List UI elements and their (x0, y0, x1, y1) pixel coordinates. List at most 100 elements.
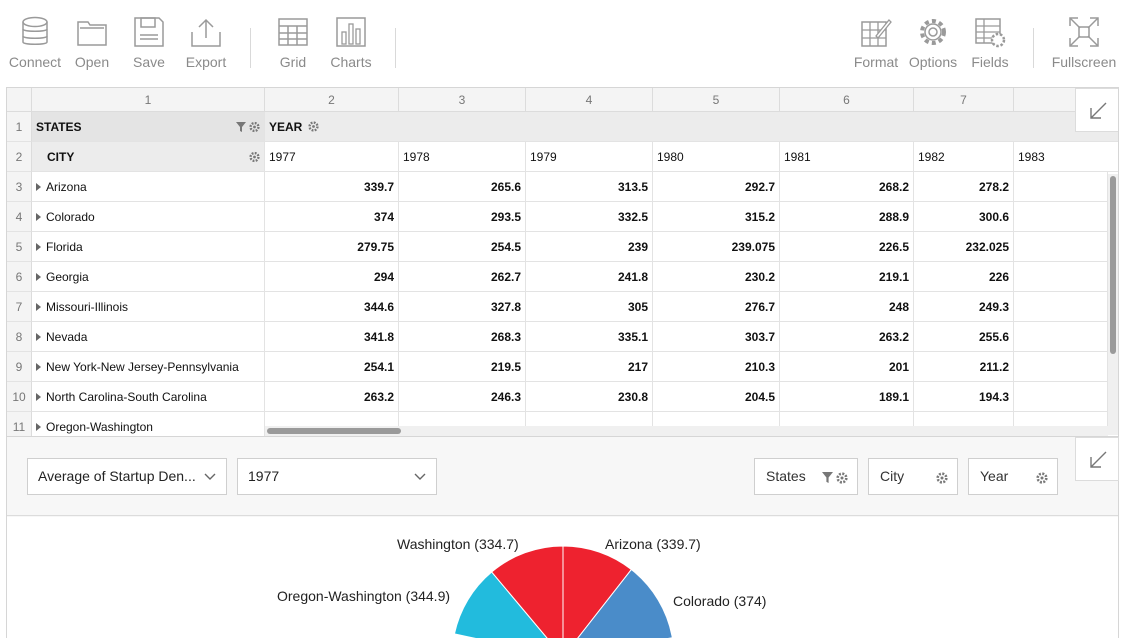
value-cell[interactable]: 241.8 (526, 262, 653, 292)
value-cell[interactable]: 279.75 (265, 232, 399, 262)
value-cell[interactable] (1014, 172, 1108, 202)
year-column-header[interactable]: 1982 (914, 142, 1014, 172)
states-filter-pill[interactable]: States (754, 458, 858, 495)
value-cell[interactable]: 278.2 (914, 172, 1014, 202)
value-cell[interactable]: 201 (780, 352, 914, 382)
value-cell[interactable]: 300.6 (914, 202, 1014, 232)
measure-select[interactable]: Average of Startup Den... (27, 458, 227, 495)
filter-icon[interactable] (236, 121, 246, 132)
grid-button[interactable]: Grid (263, 16, 323, 70)
value-cell[interactable]: 344.6 (265, 292, 399, 322)
value-cell[interactable]: 210.3 (653, 352, 780, 382)
value-cell[interactable]: 294 (265, 262, 399, 292)
gear-icon[interactable] (836, 472, 848, 484)
value-cell[interactable]: 276.7 (653, 292, 780, 322)
expand-arrow-icon[interactable] (36, 183, 41, 191)
value-cell[interactable]: 232.025 (914, 232, 1014, 262)
city-header[interactable]: CITY (32, 142, 265, 172)
value-cell[interactable] (1014, 202, 1108, 232)
gear-icon[interactable] (936, 472, 948, 484)
value-cell[interactable]: 315.2 (653, 202, 780, 232)
filter-icon[interactable] (822, 472, 833, 483)
gear-icon[interactable] (308, 121, 319, 132)
value-cell[interactable] (1014, 262, 1108, 292)
vertical-scroll-thumb[interactable] (1110, 176, 1116, 354)
value-cell[interactable]: 246.3 (399, 382, 526, 412)
value-cell[interactable]: 313.5 (526, 172, 653, 202)
year-column-header[interactable]: 1981 (780, 142, 914, 172)
value-cell[interactable]: 268.3 (399, 322, 526, 352)
value-cell[interactable]: 292.7 (653, 172, 780, 202)
value-cell[interactable]: 335.1 (526, 322, 653, 352)
value-cell[interactable] (1014, 292, 1108, 322)
row-label-cell[interactable]: North Carolina-South Carolina (32, 382, 265, 412)
value-cell[interactable] (1014, 382, 1108, 412)
row-label-cell[interactable]: New York-New Jersey-Pennsylvania (32, 352, 265, 382)
expand-arrow-icon[interactable] (36, 393, 41, 401)
year-filter-pill[interactable]: Year (968, 458, 1058, 495)
save-button[interactable]: Save (119, 16, 179, 70)
open-button[interactable]: Open (62, 16, 122, 70)
expand-arrow-icon[interactable] (36, 243, 41, 251)
value-cell[interactable]: 219.5 (399, 352, 526, 382)
value-cell[interactable]: 226 (914, 262, 1014, 292)
gear-icon[interactable] (249, 121, 260, 132)
value-cell[interactable]: 248 (780, 292, 914, 322)
value-cell[interactable]: 254.5 (399, 232, 526, 262)
value-cell[interactable]: 327.8 (399, 292, 526, 322)
value-cell[interactable]: 230.2 (653, 262, 780, 292)
row-label-cell[interactable]: Missouri-Illinois (32, 292, 265, 322)
fields-button[interactable]: Fields (960, 16, 1020, 70)
row-label-cell[interactable]: Oregon-Washington (32, 412, 265, 436)
value-cell[interactable]: 219.1 (780, 262, 914, 292)
value-cell[interactable]: 249.3 (914, 292, 1014, 322)
value-cell[interactable]: 293.5 (399, 202, 526, 232)
horizontal-scroll-thumb[interactable] (267, 428, 401, 434)
value-cell[interactable]: 239.075 (653, 232, 780, 262)
row-label-cell[interactable]: Colorado (32, 202, 265, 232)
value-cell[interactable] (1014, 322, 1108, 352)
gear-icon[interactable] (1036, 472, 1048, 484)
gear-icon[interactable] (249, 151, 260, 162)
value-cell[interactable]: 268.2 (780, 172, 914, 202)
row-label-cell[interactable]: Arizona (32, 172, 265, 202)
value-cell[interactable]: 332.5 (526, 202, 653, 232)
value-cell[interactable]: 239 (526, 232, 653, 262)
value-cell[interactable]: 262.7 (399, 262, 526, 292)
value-cell[interactable]: 263.2 (780, 322, 914, 352)
value-cell[interactable]: 254.1 (265, 352, 399, 382)
value-cell[interactable]: 374 (265, 202, 399, 232)
expand-arrow-icon[interactable] (36, 363, 41, 371)
year-select[interactable]: 1977 (237, 458, 437, 495)
grid-minimize-button[interactable] (1075, 88, 1118, 132)
value-cell[interactable] (1014, 352, 1108, 382)
value-cell[interactable]: 230.8 (526, 382, 653, 412)
year-column-header[interactable]: 1978 (399, 142, 526, 172)
value-cell[interactable]: 288.9 (780, 202, 914, 232)
expand-arrow-icon[interactable] (36, 423, 41, 431)
fullscreen-button[interactable]: Fullscreen (1050, 16, 1118, 70)
value-cell[interactable]: 303.7 (653, 322, 780, 352)
value-cell[interactable]: 339.7 (265, 172, 399, 202)
year-header[interactable]: YEAR (265, 112, 1118, 142)
chart-minimize-button[interactable] (1075, 437, 1119, 481)
value-cell[interactable] (1014, 232, 1108, 262)
row-label-cell[interactable]: Florida (32, 232, 265, 262)
year-column-header[interactable]: 1983 (1014, 142, 1118, 172)
states-header[interactable]: STATES (32, 112, 265, 142)
vertical-scrollbar[interactable] (1108, 174, 1118, 435)
export-button[interactable]: Export (176, 16, 236, 70)
value-cell[interactable]: 211.2 (914, 352, 1014, 382)
expand-arrow-icon[interactable] (36, 303, 41, 311)
value-cell[interactable]: 305 (526, 292, 653, 322)
value-cell[interactable]: 194.3 (914, 382, 1014, 412)
format-button[interactable]: Format (846, 16, 906, 70)
value-cell[interactable]: 255.6 (914, 322, 1014, 352)
value-cell[interactable]: 226.5 (780, 232, 914, 262)
year-column-header[interactable]: 1977 (265, 142, 399, 172)
charts-button[interactable]: Charts (321, 16, 381, 70)
row-label-cell[interactable]: Nevada (32, 322, 265, 352)
value-cell[interactable]: 189.1 (780, 382, 914, 412)
connect-button[interactable]: Connect (5, 16, 65, 70)
value-cell[interactable]: 204.5 (653, 382, 780, 412)
